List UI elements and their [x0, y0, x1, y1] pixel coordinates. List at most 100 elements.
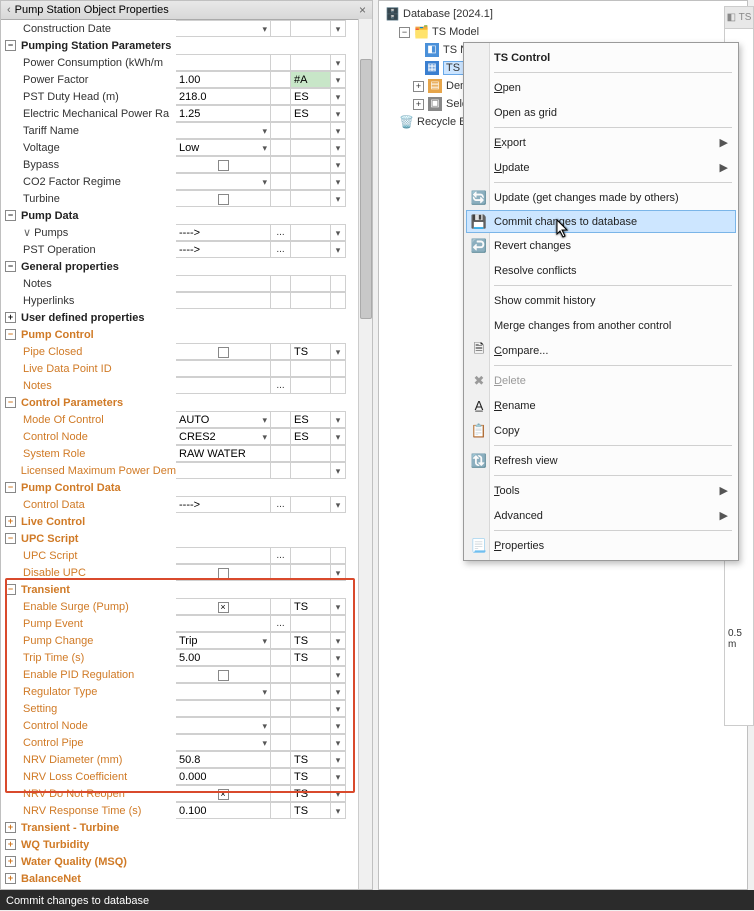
group-expander-icon[interactable]: + [5, 873, 16, 884]
group-expander-icon[interactable]: − [5, 261, 16, 272]
menu-item[interactable]: 📋Copy [466, 418, 736, 443]
property-unit-cell[interactable] [291, 734, 331, 751]
property-ellipsis-cell[interactable]: ... [271, 377, 291, 394]
property-value-cell[interactable] [176, 666, 271, 683]
property-value-cell[interactable]: 1.25 [176, 105, 271, 122]
menu-item[interactable]: 🔃Refresh view [466, 448, 736, 473]
property-unit-cell[interactable]: TS [291, 802, 331, 819]
dropdown-icon[interactable]: ▾ [262, 735, 267, 751]
group-expander-icon[interactable]: − [5, 40, 16, 51]
property-value-cell[interactable]: ----> [176, 224, 271, 241]
dropdown-icon[interactable]: ▾ [262, 429, 267, 445]
close-icon[interactable]: × [359, 3, 366, 17]
group-expander-icon[interactable]: + [5, 822, 16, 833]
property-flag-dropdown[interactable]: ▾ [331, 241, 346, 258]
property-ellipsis-cell[interactable]: ... [271, 615, 291, 632]
menu-item[interactable]: 🗎Compare... [466, 338, 736, 363]
tree-expander[interactable]: + [413, 99, 424, 110]
property-flag-dropdown[interactable]: ▾ [331, 105, 346, 122]
property-flag-dropdown[interactable]: ▾ [331, 122, 346, 139]
property-unit-cell[interactable] [291, 54, 331, 71]
group-expander-icon[interactable]: − [5, 329, 16, 340]
property-flag-dropdown[interactable]: ▾ [331, 54, 346, 71]
menu-item[interactable]: Resolve conflicts [466, 258, 736, 283]
dropdown-icon[interactable]: ▾ [262, 718, 267, 734]
property-flag-dropdown[interactable]: ▾ [331, 190, 346, 207]
property-value-cell[interactable]: 0.100 [176, 802, 271, 819]
property-value-cell[interactable]: ▾ [176, 717, 271, 734]
group-expander-icon[interactable]: − [5, 482, 16, 493]
dropdown-icon[interactable]: ▾ [262, 412, 267, 428]
group-expander-icon[interactable]: + [5, 856, 16, 867]
property-value-cell[interactable] [176, 564, 271, 581]
checkbox[interactable]: × [218, 789, 229, 800]
property-value-cell[interactable]: 50.8 [176, 751, 271, 768]
property-value-cell[interactable]: Trip ▾ [176, 632, 271, 649]
property-unit-cell[interactable]: ES [291, 105, 331, 122]
checkbox[interactable] [218, 160, 229, 171]
property-value-cell[interactable]: ▾ [176, 173, 271, 190]
property-value-cell[interactable] [176, 377, 271, 394]
property-unit-cell[interactable] [291, 360, 331, 377]
property-value-cell[interactable]: ▾ [176, 122, 271, 139]
property-value-cell[interactable]: × [176, 598, 271, 615]
property-value-cell[interactable] [176, 462, 271, 479]
group-expander-icon[interactable]: − [5, 533, 16, 544]
property-unit-cell[interactable] [291, 241, 331, 258]
property-flag-dropdown[interactable]: ▾ [331, 598, 346, 615]
property-unit-cell[interactable] [291, 700, 331, 717]
property-unit-cell[interactable]: #A [291, 71, 331, 88]
menu-item[interactable]: 💾Commit changes to database [466, 210, 736, 233]
property-value-cell[interactable] [176, 292, 271, 309]
property-value-cell[interactable]: ▾ [176, 683, 271, 700]
property-unit-cell[interactable] [291, 275, 331, 292]
property-flag-dropdown[interactable]: ▾ [331, 71, 346, 88]
property-flag-dropdown[interactable]: ▾ [331, 649, 346, 666]
property-unit-cell[interactable] [291, 122, 331, 139]
property-value-cell[interactable]: 5.00 [176, 649, 271, 666]
property-value-cell[interactable] [176, 615, 271, 632]
property-unit-cell[interactable] [291, 445, 331, 462]
property-unit-cell[interactable]: TS [291, 751, 331, 768]
menu-item[interactable]: Show commit history [466, 288, 736, 313]
property-value-cell[interactable]: ▾ [176, 734, 271, 751]
menu-item[interactable]: Tools▶ [466, 478, 736, 503]
menu-item[interactable]: 🔄Update (get changes made by others) [466, 185, 736, 210]
property-flag-dropdown[interactable]: ▾ [331, 666, 346, 683]
group-expander-icon[interactable]: + [5, 312, 16, 323]
property-value-cell[interactable]: 1.00 [176, 71, 271, 88]
property-unit-cell[interactable] [291, 224, 331, 241]
property-value-cell[interactable]: ----> [176, 496, 271, 513]
group-expander-icon[interactable]: − [5, 210, 16, 221]
menu-item[interactable]: Export▶ [466, 130, 736, 155]
property-value-cell[interactable]: RAW WATER [176, 445, 271, 462]
property-unit-cell[interactable] [291, 496, 331, 513]
property-value-cell[interactable]: 218.0 [176, 88, 271, 105]
property-unit-cell[interactable] [291, 292, 331, 309]
property-unit-cell[interactable]: TS [291, 343, 331, 360]
property-value-cell[interactable]: × [176, 785, 271, 802]
dropdown-icon[interactable]: ▾ [262, 140, 267, 156]
vertical-scrollbar[interactable] [358, 19, 372, 889]
property-value-cell[interactable] [176, 54, 271, 71]
property-ellipsis-cell[interactable]: ... [271, 241, 291, 258]
property-flag-dropdown[interactable]: ▾ [331, 751, 346, 768]
tree-model[interactable]: − TS Model [385, 23, 745, 41]
property-flag-dropdown[interactable]: ▾ [331, 343, 346, 360]
property-flag-dropdown[interactable]: ▾ [331, 700, 346, 717]
property-value-cell[interactable] [176, 156, 271, 173]
panel-title-chevron-icon[interactable]: ‹ [7, 4, 11, 16]
property-value-cell[interactable]: 0.000 [176, 768, 271, 785]
property-ellipsis-cell[interactable]: ... [271, 547, 291, 564]
dropdown-icon[interactable]: ▾ [262, 123, 267, 139]
property-unit-cell[interactable]: TS [291, 649, 331, 666]
checkbox[interactable] [218, 194, 229, 205]
menu-item[interactable]: ↩️Revert changes [466, 233, 736, 258]
property-value-cell[interactable]: ▾ [176, 20, 271, 37]
property-ellipsis-cell[interactable]: ... [271, 224, 291, 241]
property-unit-cell[interactable] [291, 462, 331, 479]
dropdown-icon[interactable]: ▾ [262, 633, 267, 649]
property-value-cell[interactable]: Low ▾ [176, 139, 271, 156]
property-flag-dropdown[interactable]: ▾ [331, 496, 346, 513]
property-unit-cell[interactable] [291, 666, 331, 683]
